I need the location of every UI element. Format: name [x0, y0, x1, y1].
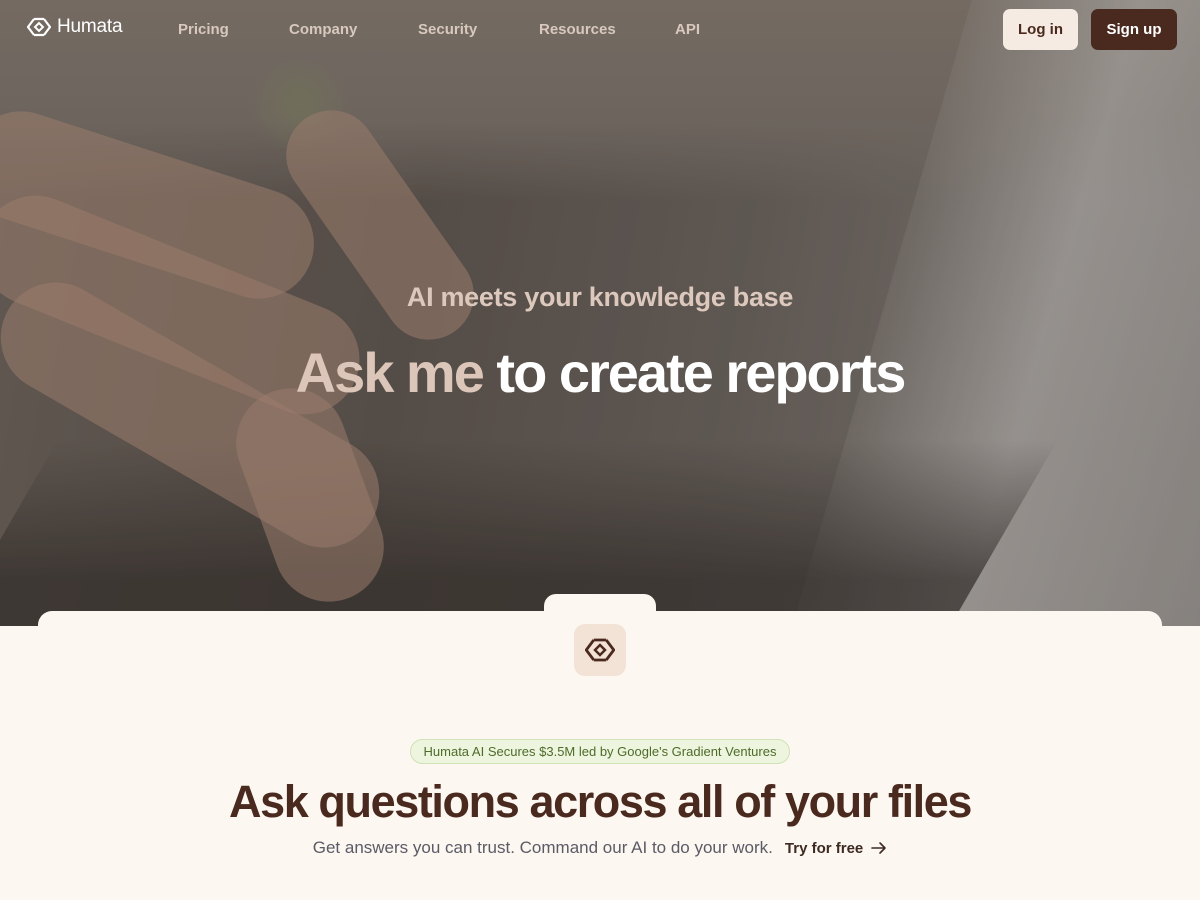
feature-icon-tile	[574, 624, 626, 676]
feature-title: Ask questions across all of your files	[228, 776, 972, 827]
hero-overlay	[0, 0, 1200, 626]
try-for-free-link[interactable]: Try for free	[785, 840, 887, 857]
top-nav: Humata Pricing Company Security Resource…	[0, 0, 1200, 60]
signup-button[interactable]: Sign up	[1091, 9, 1177, 50]
announcement-badge[interactable]: Humata AI Secures $3.5M led by Google's …	[410, 739, 790, 764]
feature-subtitle: Get answers you can trust. Command our A…	[312, 838, 773, 857]
brand-name: Humata	[57, 16, 123, 37]
brand-logo[interactable]: Humata	[27, 16, 123, 38]
nav-link-api[interactable]: API	[675, 21, 700, 38]
hero-title-dim: Ask me	[295, 341, 485, 404]
login-button[interactable]: Log in	[1003, 9, 1078, 50]
hero-subtitle: AI meets your knowledge base	[406, 282, 794, 312]
nav-link-security[interactable]: Security	[418, 21, 477, 38]
nav-link-pricing[interactable]: Pricing	[178, 21, 229, 38]
hero-section: Humata Pricing Company Security Resource…	[0, 0, 1200, 626]
hero-title-bright: to create reports	[496, 341, 906, 404]
humata-logo-icon	[27, 17, 51, 37]
humata-logo-icon	[585, 638, 615, 662]
arrow-right-icon	[871, 842, 887, 854]
nav-link-resources[interactable]: Resources	[539, 21, 616, 38]
try-for-free-label: Try for free	[784, 839, 864, 857]
hero-title: Ask me to create reports	[0, 340, 1200, 405]
nav-link-company[interactable]: Company	[289, 21, 357, 38]
feature-subtitle-row: Get answers you can trust. Command our A…	[0, 838, 1200, 858]
